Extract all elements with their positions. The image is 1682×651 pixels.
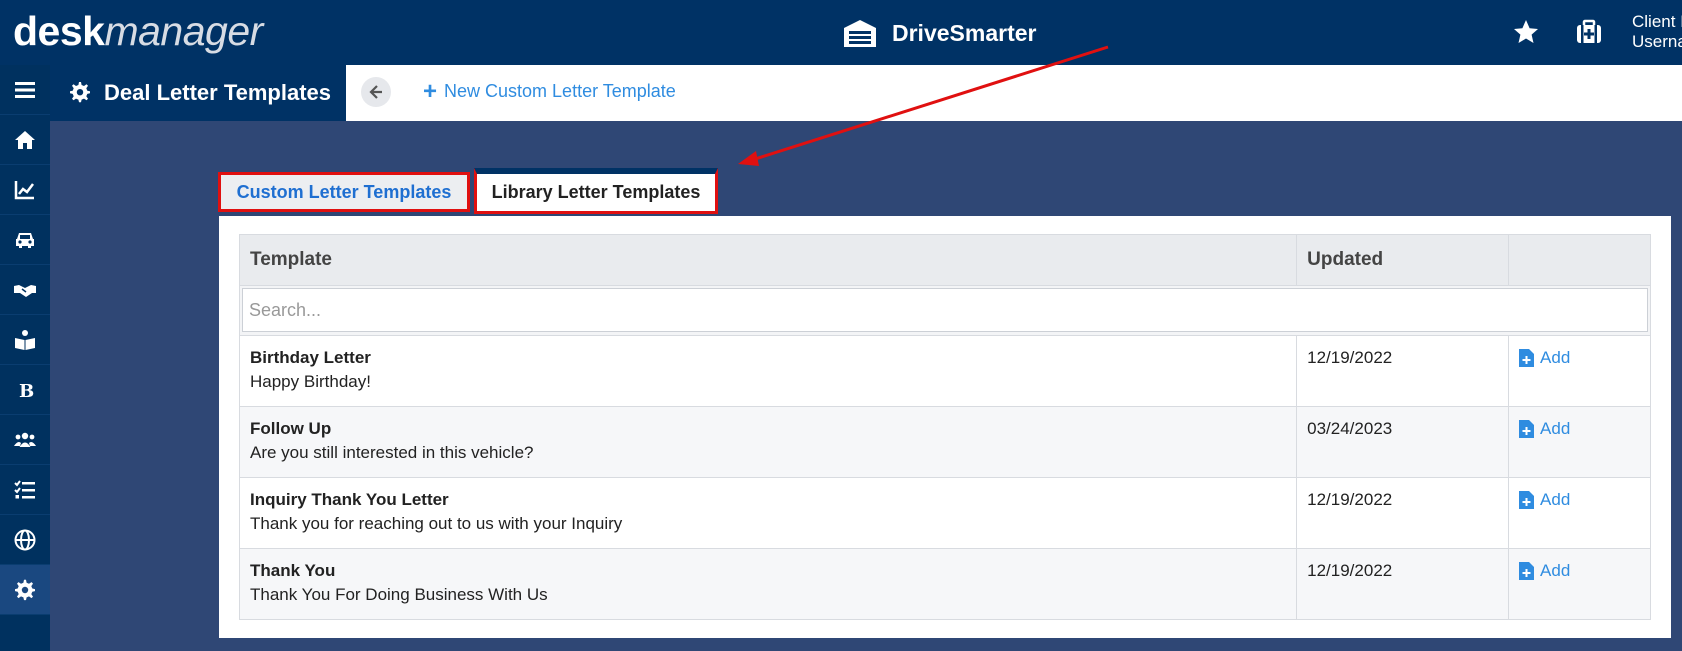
sidebar-item-library[interactable] (0, 315, 50, 365)
updated-date: 12/19/2022 (1296, 477, 1510, 549)
table-row: Follow Up Are you still interested in th… (238, 406, 1651, 478)
add-template-button[interactable]: Add (1519, 561, 1640, 581)
users-icon (14, 432, 36, 447)
globe-icon (14, 529, 36, 550)
back-button[interactable] (361, 77, 391, 107)
sidebar-item-deals[interactable] (0, 265, 50, 315)
updated-date: 03/24/2023 (1296, 406, 1510, 478)
svg-text:B: B (19, 381, 34, 402)
tab-library-label: Library Letter Templates (491, 182, 701, 202)
add-template-button[interactable]: Add (1519, 490, 1640, 510)
templates-table: Template Updated Birthday Letter Happy B… (238, 234, 1651, 620)
template-name: Birthday Letter (250, 348, 371, 367)
add-template-button[interactable]: Add (1519, 419, 1640, 439)
template-cell: Inquiry Thank You Letter Thank you for r… (238, 477, 1298, 549)
sidebar-item-reports[interactable] (0, 165, 50, 215)
search-input[interactable] (242, 288, 1648, 332)
search-cell (239, 285, 1651, 336)
plus-icon: + (423, 77, 438, 105)
new-custom-template-label: New Custom Letter Template (444, 81, 676, 101)
car-icon (16, 232, 34, 248)
template-name: Follow Up (250, 419, 332, 438)
updated-date: 12/19/2022 (1296, 548, 1510, 620)
column-header-updated[interactable]: Updated (1296, 234, 1510, 286)
handshake-icon (14, 284, 36, 297)
gear-icon (70, 82, 90, 103)
menu-icon (15, 81, 35, 98)
template-name: Thank You (250, 561, 336, 580)
sidebar-item-web[interactable] (0, 515, 50, 565)
add-label: Add (1540, 561, 1571, 580)
bold-b-icon: B (19, 381, 34, 402)
client-name: Client I (1632, 12, 1682, 31)
table-header-row: Template Updated (238, 234, 1651, 286)
sidebar-item-bold[interactable]: B (0, 365, 50, 415)
action-cell: Add (1508, 548, 1651, 620)
template-subject: Happy Birthday! (250, 372, 371, 391)
sidebar-item-home[interactable] (0, 115, 50, 165)
dealer-brand: DriveSmarter (842, 16, 1036, 50)
deskmanager-logo[interactable]: deskmanager (13, 8, 263, 55)
new-custom-template-link[interactable]: + New Custom Letter Template (423, 77, 676, 105)
top-header: deskmanager DriveSmarter Client I Userna (0, 0, 1682, 65)
search-row (239, 285, 1651, 336)
column-header-actions (1508, 234, 1651, 286)
page-title-block: Deal Letter Templates (50, 65, 346, 121)
table-row: Thank You Thank You For Doing Business W… (238, 548, 1651, 620)
template-subject: Are you still interested in this vehicle… (250, 443, 534, 462)
gear-icon (15, 579, 35, 600)
template-subject: Thank you for reaching out to us with yo… (250, 514, 623, 533)
username: Userna (1632, 32, 1682, 51)
logo-italic-text: manager (104, 8, 263, 54)
add-label: Add (1540, 348, 1571, 367)
action-cell: Add (1508, 335, 1651, 407)
template-subject: Thank You For Doing Business With Us (250, 585, 548, 604)
template-name: Inquiry Thank You Letter (250, 490, 449, 509)
sidebar-item-inventory[interactable] (0, 215, 50, 265)
page-toolbar: Deal Letter Templates + New Custom Lette… (50, 65, 1682, 121)
file-plus-icon (1519, 420, 1535, 438)
template-cell: Birthday Letter Happy Birthday! (238, 335, 1298, 407)
brand-name: DriveSmarter (892, 19, 1037, 46)
action-cell: Add (1508, 477, 1651, 549)
home-icon (15, 130, 35, 149)
garage-icon (844, 20, 876, 47)
updated-date: 12/19/2022 (1296, 335, 1510, 407)
arrow-left-icon (369, 85, 382, 99)
checklist-icon (14, 479, 35, 498)
sidebar-item-customers[interactable] (0, 415, 50, 465)
add-template-button[interactable]: Add (1519, 348, 1640, 368)
template-cell: Follow Up Are you still interested in th… (238, 406, 1298, 478)
sidebar-menu-toggle[interactable] (0, 65, 50, 115)
book-icon (15, 329, 35, 350)
file-plus-icon (1519, 562, 1535, 580)
action-cell: Add (1508, 406, 1651, 478)
add-label: Add (1540, 490, 1571, 509)
table-row: Inquiry Thank You Letter Thank you for r… (238, 477, 1651, 549)
template-cell: Thank You Thank You For Doing Business W… (238, 548, 1298, 620)
column-header-template[interactable]: Template (238, 234, 1298, 286)
tab-custom-label: Custom Letter Templates (236, 181, 452, 202)
file-plus-icon (1519, 491, 1535, 509)
add-label: Add (1540, 419, 1571, 438)
tab-custom-letter-templates[interactable]: Custom Letter Templates (218, 172, 470, 212)
logo-bold-text: desk (13, 8, 105, 54)
sidebar-item-settings[interactable] (0, 565, 50, 615)
sidebar-item-tasks[interactable] (0, 465, 50, 515)
chart-icon (14, 180, 34, 199)
star-icon[interactable] (1511, 17, 1541, 47)
page-title: Deal Letter Templates (104, 80, 332, 105)
sidebar-nav: B (0, 65, 50, 651)
tab-library-letter-templates[interactable]: Library Letter Templates (474, 168, 718, 214)
file-plus-icon (1519, 349, 1535, 367)
medkit-icon[interactable] (1574, 17, 1604, 47)
templates-panel: Template Updated Birthday Letter Happy B… (219, 216, 1671, 638)
table-row: Birthday Letter Happy Birthday! 12/19/20… (238, 335, 1651, 407)
client-user-info[interactable]: Client I Userna (1632, 12, 1682, 52)
